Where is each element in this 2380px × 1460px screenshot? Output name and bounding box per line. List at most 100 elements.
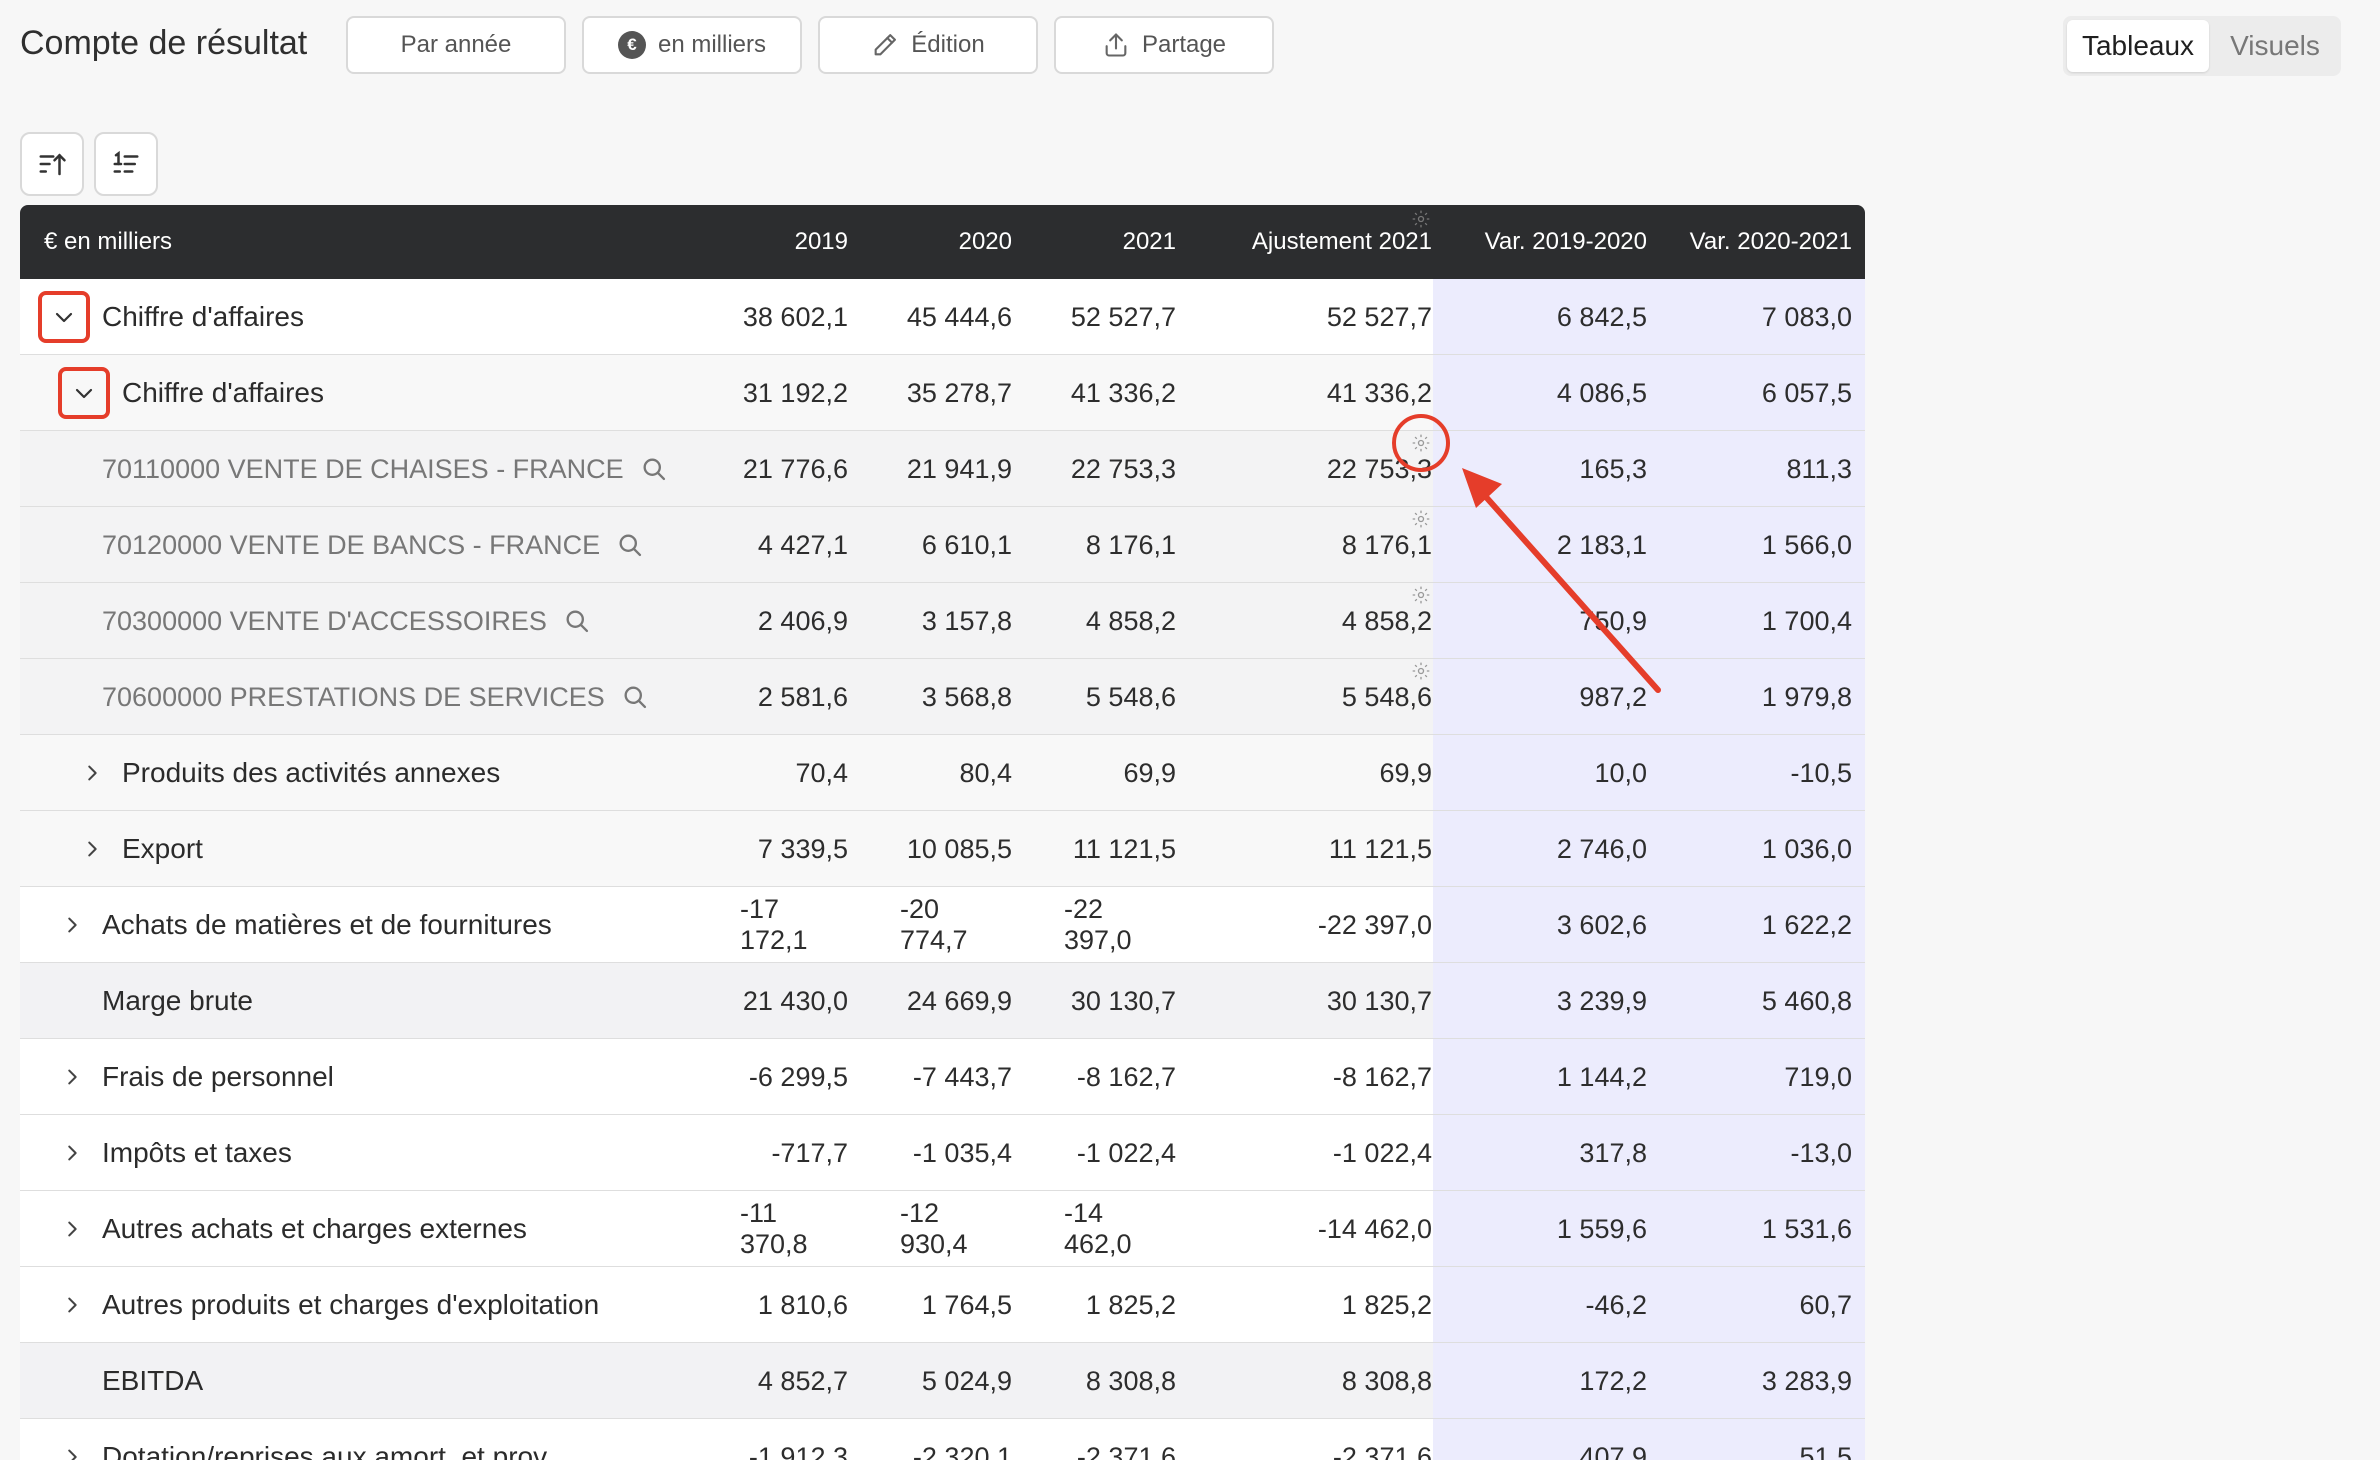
value-cell[interactable]: -8 162,7 (1200, 1039, 1432, 1115)
expand-toggle[interactable] (52, 1039, 92, 1115)
table-row[interactable]: Chiffre d'affaires 31 192,2 35 278,7 41 336… (20, 355, 1865, 431)
expand-toggle[interactable] (72, 811, 112, 887)
value-cell[interactable]: -2 371,6 (1200, 1419, 1432, 1460)
table-row[interactable]: Export 7 339,5 10 085,5 11 121,5 11 121,5 2 7… (20, 811, 1865, 887)
view-toggle: Tableaux Visuels (2063, 16, 2341, 76)
value-cell[interactable]: 5 548,6 (1200, 659, 1432, 735)
expand-toggle[interactable] (72, 735, 112, 811)
value-cell: 45 444,6 (906, 301, 1012, 332)
row-label-cell: Autres achats et charges externes (102, 1191, 527, 1267)
chevron-down-icon (55, 312, 73, 323)
row-label: EBITDA (102, 1365, 204, 1396)
row-label: Chiffre d'affaires (102, 301, 304, 332)
value-cell: 10 085,5 (906, 833, 1012, 864)
value-cell[interactable]: -1 022,4 (1200, 1115, 1432, 1191)
table-row: Marge brute 21 430,0 24 669,9 30 130,7 30 13… (20, 963, 1865, 1039)
value-cell[interactable]: 4 858,2 (1200, 583, 1432, 659)
table-row[interactable]: Impôts et taxes -717,7 -1 035,4 -1 022,4 -1 … (20, 1115, 1865, 1191)
value-cell[interactable]: -14 462,0 (1200, 1191, 1432, 1267)
table-row[interactable]: Autres produits et charges d'exploitatio… (20, 1267, 1865, 1343)
table-row[interactable]: Chiffre d'affaires 38 602,1 45 444,6 52 527… (20, 279, 1865, 355)
value-cell: 7 083,0 (1761, 301, 1852, 332)
value-cell[interactable]: 1 825,2 (1200, 1267, 1432, 1343)
value-cell[interactable]: 8 176,1 (1200, 507, 1432, 583)
value-cell: 2 581,6 (757, 681, 848, 712)
row-label-cell: Marge brute (102, 963, 253, 1039)
table-row[interactable]: Achats de matières et de fournitures -17 … (20, 887, 1865, 963)
value-cell: 41 336,2 (1070, 377, 1176, 408)
value-cell: 11 121,5 (1072, 833, 1176, 864)
value-cell: 1 559,6 (1556, 1213, 1647, 1244)
edit-button[interactable]: Édition (818, 16, 1038, 74)
sort-numeric-button[interactable] (94, 132, 158, 196)
value-cell: 21 430,0 (742, 985, 848, 1016)
collapse-toggle[interactable] (38, 291, 90, 343)
page-title: Compte de résultat (20, 24, 308, 62)
edit-button-label: Édition (911, 31, 985, 58)
value-cell: 31 192,2 (742, 377, 848, 408)
value-cell: 7 339,5 (757, 833, 848, 864)
value-cell: 811,3 (1786, 453, 1852, 484)
row-label: Impôts et taxes (102, 1137, 292, 1168)
row-label-cell: EBITDA (102, 1343, 203, 1419)
row-label: Autres achats et charges externes (102, 1213, 527, 1244)
sort-ascending-icon (39, 153, 66, 176)
value-cell: 4 427,1 (757, 529, 848, 560)
unit-button[interactable]: € en milliers (582, 16, 802, 74)
column-header-2019[interactable]: 2019 (740, 205, 848, 279)
column-header-var-2020-2021[interactable]: Var. 2020-2021 (1655, 205, 1852, 279)
search-icon[interactable] (563, 607, 591, 635)
column-header-2021[interactable]: 2021 (1064, 205, 1176, 279)
value-cell: -11 370,8 (740, 1198, 808, 1259)
value-cell: 1 825,2 (1085, 1289, 1176, 1320)
tab-tables[interactable]: Tableaux (2067, 20, 2209, 72)
table-row[interactable]: Produits des activités annexes 70,4 80,4 69… (20, 735, 1865, 811)
value-cell: -17 172,1 (740, 894, 808, 955)
value-cell: 172,2 (1579, 1365, 1647, 1396)
tab-visuals[interactable]: Visuels (2213, 20, 2337, 72)
chevron-right-icon (88, 841, 97, 857)
table-row[interactable]: Autres achats et charges externes -11 370… (20, 1191, 1865, 1267)
value-cell[interactable]: 30 130,7 (1200, 963, 1432, 1039)
share-button[interactable]: Partage (1054, 16, 1274, 74)
value-cell: 1 700,4 (1761, 605, 1852, 636)
top-bar: Compte de résultat Par année € en millie… (0, 0, 2380, 95)
search-icon[interactable] (621, 683, 649, 711)
table-row[interactable]: Frais de personnel -6 299,5 -7 443,7 -8 162… (20, 1039, 1865, 1115)
value-cell: 10,0 (1594, 757, 1647, 788)
gear-icon[interactable] (1411, 209, 1431, 229)
expand-toggle[interactable] (52, 1115, 92, 1191)
gear-icon[interactable] (1411, 585, 1431, 605)
value-cell: 1 036,0 (1761, 833, 1852, 864)
period-button[interactable]: Par année (346, 16, 566, 74)
column-header-2020[interactable]: 2020 (900, 205, 1012, 279)
value-cell[interactable]: 69,9 (1200, 735, 1432, 811)
value-cell: 5 548,6 (1085, 681, 1176, 712)
row-label: Frais de personnel (102, 1061, 334, 1092)
gear-icon[interactable] (1411, 661, 1431, 681)
search-icon[interactable] (640, 455, 668, 483)
value-cell[interactable]: 8 308,8 (1200, 1343, 1432, 1419)
column-header-adjustment[interactable]: Ajustement 2021 (1200, 205, 1432, 279)
value-cell: 4 086,5 (1556, 377, 1647, 408)
expand-toggle[interactable] (52, 1267, 92, 1343)
gear-icon[interactable] (1411, 509, 1431, 529)
column-header-var-2019-2020[interactable]: Var. 2019-2020 (1440, 205, 1647, 279)
row-label: Achats de matières et de fournitures (102, 909, 552, 940)
value-cell: 30 130,7 (1070, 985, 1176, 1016)
sort-ascending-button[interactable] (20, 132, 84, 196)
expand-toggle[interactable] (52, 1191, 92, 1267)
value-cell[interactable]: -22 397,0 (1200, 887, 1432, 963)
expand-toggle[interactable] (52, 887, 92, 963)
value-cell[interactable]: 11 121,5 (1200, 811, 1432, 887)
table-row[interactable]: Dotation/reprises aux amort. et prov. -1 … (20, 1419, 1865, 1460)
expand-toggle[interactable] (52, 1419, 92, 1460)
row-label-cell: Export (122, 811, 203, 887)
search-icon[interactable] (616, 531, 644, 559)
collapse-toggle[interactable] (58, 367, 110, 419)
value-cell: 3 602,6 (1556, 909, 1647, 940)
value-cell: 5 024,9 (921, 1365, 1012, 1396)
value-cell[interactable]: 41 336,2 (1200, 355, 1432, 431)
value-cell[interactable]: 52 527,7 (1200, 279, 1432, 355)
value-cell: 52 527,7 (1070, 301, 1176, 332)
